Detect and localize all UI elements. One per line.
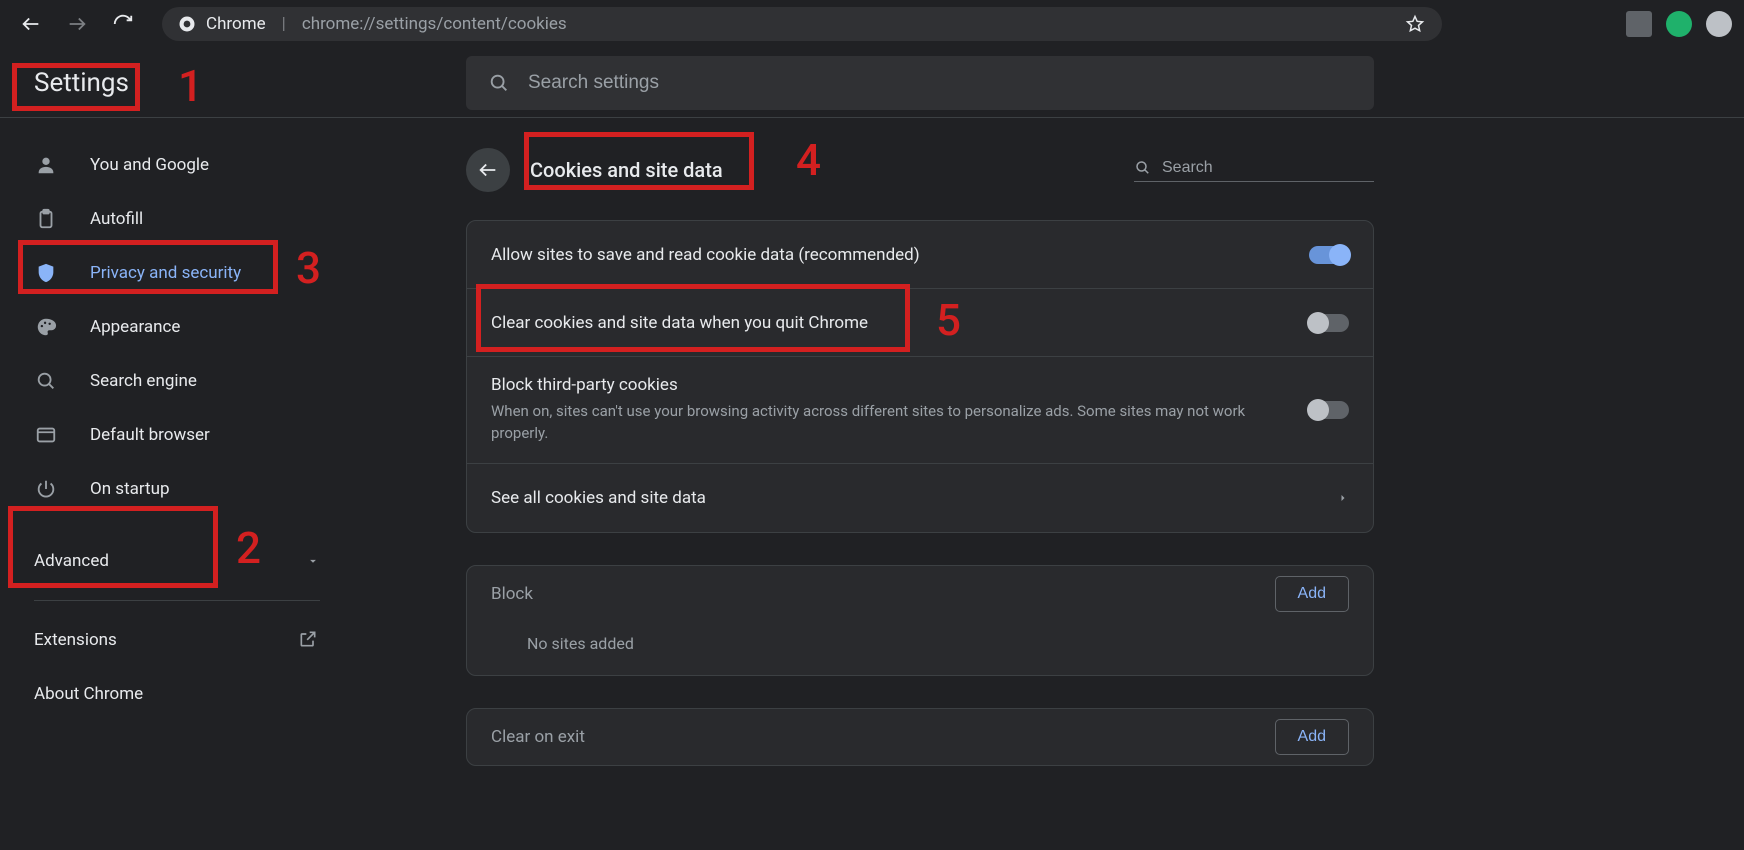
reload-icon[interactable]: [112, 13, 134, 35]
row-clear-on-quit: Clear cookies and site data when you qui…: [467, 289, 1373, 357]
sidebar-about-chrome[interactable]: About Chrome: [0, 667, 320, 721]
sidebar-item-privacy-security[interactable]: Privacy and security: [0, 246, 340, 300]
sidebar-item-label: Search engine: [90, 371, 197, 391]
sidebar-divider: [34, 600, 320, 601]
palette-icon: [34, 315, 58, 339]
chevron-right-icon: [1337, 492, 1349, 504]
advanced-label: Advanced: [34, 551, 109, 571]
browser-address-bar: Chrome | chrome://settings/content/cooki…: [0, 0, 1744, 48]
block-third-party-toggle[interactable]: [1309, 401, 1349, 419]
about-chrome-label: About Chrome: [34, 684, 143, 704]
see-all-cookies-label: See all cookies and site data: [491, 488, 1321, 508]
settings-search-input[interactable]: [528, 72, 1352, 94]
page-title: Cookies and site data: [530, 158, 723, 182]
row-allow-cookies: Allow sites to save and read cookie data…: [467, 221, 1373, 289]
settings-main: Cookies and site data Allow sites to sav…: [380, 118, 1744, 850]
block-third-party-label: Block third-party cookies: [491, 375, 1293, 395]
block-section: Block Add No sites added: [466, 565, 1374, 676]
search-icon: [34, 369, 58, 393]
url-input[interactable]: Chrome | chrome://settings/content/cooki…: [162, 7, 1442, 41]
sidebar-item-label: Default browser: [90, 425, 210, 445]
block-add-button[interactable]: Add: [1275, 576, 1349, 612]
row-block-third-party: Block third-party cookies When on, sites…: [467, 357, 1373, 464]
settings-sidebar: You and Google Autofill Privacy and secu…: [0, 118, 380, 850]
sidebar-extensions[interactable]: Extensions: [0, 613, 320, 667]
chevron-down-icon: [306, 554, 320, 568]
extensions-label: Extensions: [34, 630, 117, 650]
power-icon: [34, 477, 58, 501]
allow-cookies-toggle[interactable]: [1309, 246, 1349, 264]
sidebar-item-label: You and Google: [90, 155, 209, 175]
block-empty-text: No sites added: [467, 622, 1373, 675]
grammarly-icon[interactable]: [1666, 11, 1692, 37]
block-third-party-sub: When on, sites can't use your browsing a…: [491, 401, 1271, 445]
clear-on-exit-add-button[interactable]: Add: [1275, 719, 1349, 755]
person-icon: [34, 153, 58, 177]
allow-cookies-label: Allow sites to save and read cookie data…: [491, 245, 1293, 265]
clear-on-quit-label: Clear cookies and site data when you qui…: [491, 313, 1293, 333]
page-search[interactable]: [1134, 159, 1374, 182]
page-back-button[interactable]: [466, 148, 510, 192]
sidebar-item-label: Privacy and security: [90, 263, 241, 283]
settings-title: Settings: [0, 68, 129, 98]
sidebar-item-on-startup[interactable]: On startup: [0, 462, 340, 516]
clear-on-quit-toggle[interactable]: [1309, 314, 1349, 332]
sidebar-item-default-browser[interactable]: Default browser: [0, 408, 340, 462]
search-icon: [1134, 159, 1152, 177]
sidebar-item-search-engine[interactable]: Search engine: [0, 354, 340, 408]
profile-avatar-icon[interactable]: [1706, 11, 1732, 37]
sidebar-item-appearance[interactable]: Appearance: [0, 300, 340, 354]
chrome-icon: [178, 15, 196, 33]
settings-header: Settings: [0, 48, 1744, 118]
extension-square-icon[interactable]: [1626, 11, 1652, 37]
browser-window-icon: [34, 423, 58, 447]
sidebar-item-label: Appearance: [90, 317, 180, 337]
clipboard-icon: [34, 207, 58, 231]
sidebar-item-autofill[interactable]: Autofill: [0, 192, 340, 246]
shield-icon: [34, 261, 58, 285]
sidebar-item-label: Autofill: [90, 209, 143, 229]
url-origin: Chrome: [206, 14, 266, 34]
open-in-new-icon: [298, 629, 320, 651]
row-see-all-cookies[interactable]: See all cookies and site data: [467, 464, 1373, 532]
search-icon: [488, 72, 510, 94]
settings-search[interactable]: [466, 56, 1374, 110]
cookie-settings-card: Allow sites to save and read cookie data…: [466, 220, 1374, 533]
clear-on-exit-title: Clear on exit: [491, 727, 585, 747]
forward-icon[interactable]: [66, 13, 88, 35]
url-path: chrome://settings/content/cookies: [302, 14, 567, 34]
back-icon[interactable]: [20, 13, 42, 35]
page-search-input[interactable]: [1162, 159, 1374, 177]
clear-on-exit-section: Clear on exit Add: [466, 708, 1374, 766]
sidebar-advanced-toggle[interactable]: Advanced: [0, 534, 320, 588]
bookmark-star-icon[interactable]: [1404, 13, 1426, 35]
sidebar-item-you-and-google[interactable]: You and Google: [0, 138, 340, 192]
sidebar-item-label: On startup: [90, 479, 170, 499]
block-section-title: Block: [491, 584, 533, 604]
